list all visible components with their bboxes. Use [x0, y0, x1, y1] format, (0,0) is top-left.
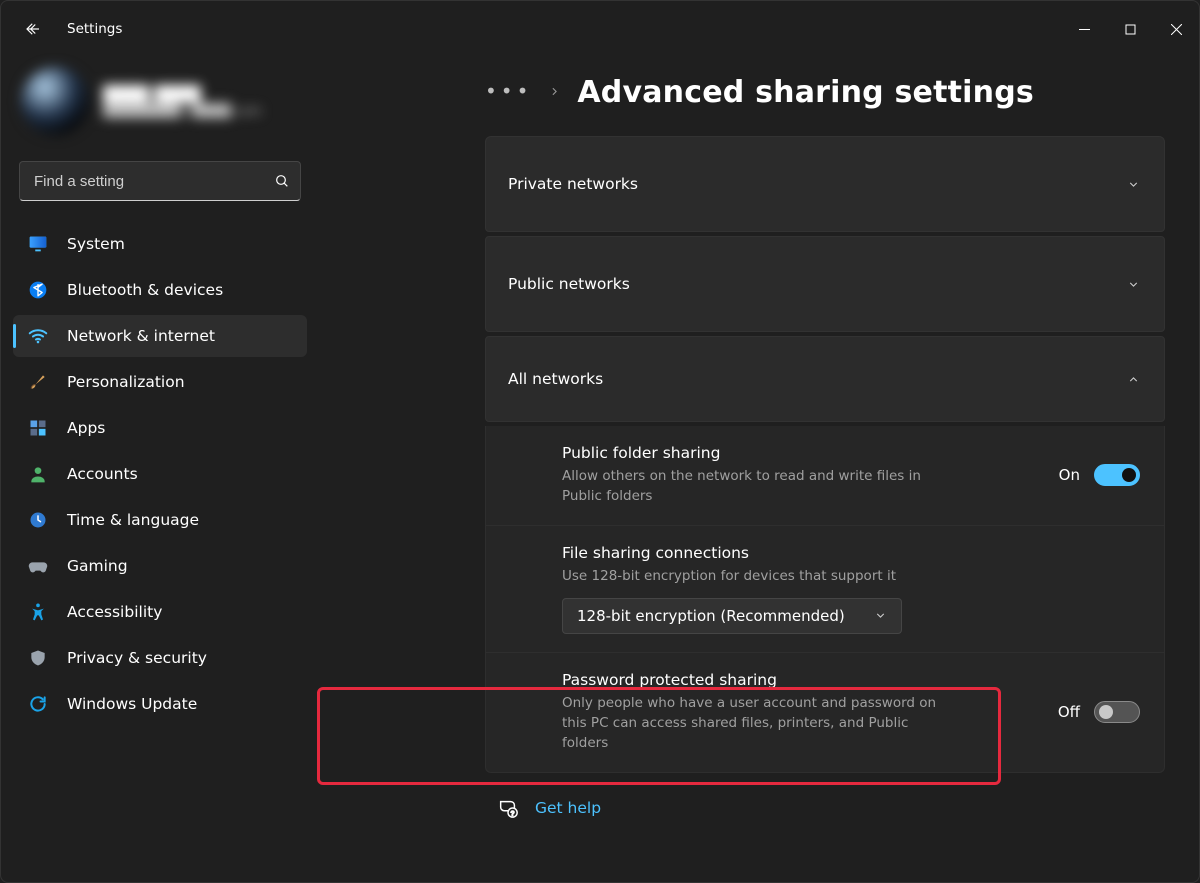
sidebar-item-label: Time & language	[67, 511, 199, 529]
sidebar-item-personalization[interactable]: Personalization	[13, 361, 307, 403]
search-icon	[274, 173, 290, 189]
back-button[interactable]	[11, 7, 55, 51]
toggle-state-text: Off	[1058, 703, 1080, 721]
bluetooth-icon	[27, 279, 49, 301]
sidebar-item-label: Apps	[67, 419, 105, 437]
get-help-link[interactable]: Get help	[535, 799, 601, 817]
help-row: ? Get help	[485, 773, 1165, 819]
sidebar-item-accounts[interactable]: Accounts	[13, 453, 307, 495]
password-protected-sharing-toggle[interactable]	[1094, 701, 1140, 723]
main-content: ••• Advanced sharing settings Private ne…	[317, 57, 1199, 883]
setting-public-folder-sharing: Public folder sharing Allow others on th…	[485, 426, 1165, 526]
sidebar-item-label: Personalization	[67, 373, 185, 391]
encryption-select[interactable]: 128-bit encryption (Recommended)	[562, 598, 902, 634]
select-value: 128-bit encryption (Recommended)	[577, 607, 845, 625]
setting-label: Password protected sharing	[562, 671, 942, 689]
sidebar-item-accessibility[interactable]: Accessibility	[13, 591, 307, 633]
system-icon	[27, 233, 49, 255]
chevron-up-icon	[1127, 373, 1140, 386]
search-box[interactable]	[19, 161, 301, 201]
help-icon: ?	[497, 797, 519, 819]
person-icon	[27, 463, 49, 485]
profile-email: ████████@████.com	[103, 103, 262, 118]
titlebar: Settings	[1, 1, 1199, 57]
chevron-down-icon	[1127, 278, 1140, 291]
maximize-button[interactable]	[1107, 9, 1153, 49]
section-title: Public networks	[508, 275, 630, 293]
sidebar-item-gaming[interactable]: Gaming	[13, 545, 307, 587]
setting-description: Use 128-bit encryption for devices that …	[562, 566, 1140, 586]
sidebar-item-system[interactable]: System	[13, 223, 307, 265]
wifi-icon	[27, 325, 49, 347]
sidebar-item-label: Network & internet	[67, 327, 215, 345]
minimize-button[interactable]	[1061, 9, 1107, 49]
sidebar-item-label: System	[67, 235, 125, 253]
sidebar-item-time[interactable]: Time & language	[13, 499, 307, 541]
breadcrumb: ••• Advanced sharing settings	[485, 75, 1165, 110]
svg-text:?: ?	[511, 810, 515, 817]
section-title: Private networks	[508, 175, 638, 193]
setting-description: Only people who have a user account and …	[562, 693, 942, 754]
update-icon	[27, 693, 49, 715]
gaming-icon	[27, 555, 49, 577]
clock-icon	[27, 509, 49, 531]
setting-description: Allow others on the network to read and …	[562, 466, 942, 507]
sidebar-item-privacy[interactable]: Privacy & security	[13, 637, 307, 679]
brush-icon	[27, 371, 49, 393]
setting-password-protected-sharing: Password protected sharing Only people w…	[485, 653, 1165, 773]
chevron-down-icon	[874, 609, 887, 622]
sidebar-item-update[interactable]: Windows Update	[13, 683, 307, 725]
sidebar-item-label: Accounts	[67, 465, 138, 483]
section-public-networks[interactable]: Public networks	[485, 236, 1165, 332]
sidebar-item-label: Gaming	[67, 557, 128, 575]
page-title: Advanced sharing settings	[577, 75, 1034, 110]
sidebar-item-label: Accessibility	[67, 603, 162, 621]
breadcrumb-overflow-button[interactable]: •••	[485, 81, 532, 105]
section-private-networks[interactable]: Private networks	[485, 136, 1165, 232]
arrow-left-icon	[24, 20, 42, 38]
setting-file-sharing-connections: File sharing connections Use 128-bit enc…	[485, 526, 1165, 653]
section-all-networks[interactable]: All networks	[485, 336, 1165, 422]
profile-name: ████ ████	[103, 85, 262, 103]
all-networks-options: Public folder sharing Allow others on th…	[485, 426, 1165, 773]
sidebar-item-bluetooth[interactable]: Bluetooth & devices	[13, 269, 307, 311]
nav-list: System Bluetooth & devices Network & int…	[13, 223, 307, 725]
section-title: All networks	[508, 370, 603, 388]
avatar	[21, 67, 89, 135]
setting-label: Public folder sharing	[562, 444, 942, 462]
sidebar-item-label: Privacy & security	[67, 649, 207, 667]
toggle-state-text: On	[1059, 466, 1080, 484]
search-input[interactable]	[34, 173, 266, 190]
close-button[interactable]	[1153, 9, 1199, 49]
profile-block[interactable]: ████ ████ ████████@████.com	[13, 57, 307, 157]
accessibility-icon	[27, 601, 49, 623]
apps-icon	[27, 417, 49, 439]
sidebar: ████ ████ ████████@████.com System Blu	[1, 57, 317, 883]
setting-label: File sharing connections	[562, 544, 1140, 562]
window-controls	[1061, 9, 1199, 49]
public-folder-sharing-toggle[interactable]	[1094, 464, 1140, 486]
sidebar-item-apps[interactable]: Apps	[13, 407, 307, 449]
app-title: Settings	[67, 21, 122, 37]
chevron-down-icon	[1127, 178, 1140, 191]
shield-icon	[27, 647, 49, 669]
sidebar-item-network[interactable]: Network & internet	[13, 315, 307, 357]
sidebar-item-label: Bluetooth & devices	[67, 281, 223, 299]
chevron-right-icon	[548, 83, 561, 102]
sidebar-item-label: Windows Update	[67, 695, 197, 713]
